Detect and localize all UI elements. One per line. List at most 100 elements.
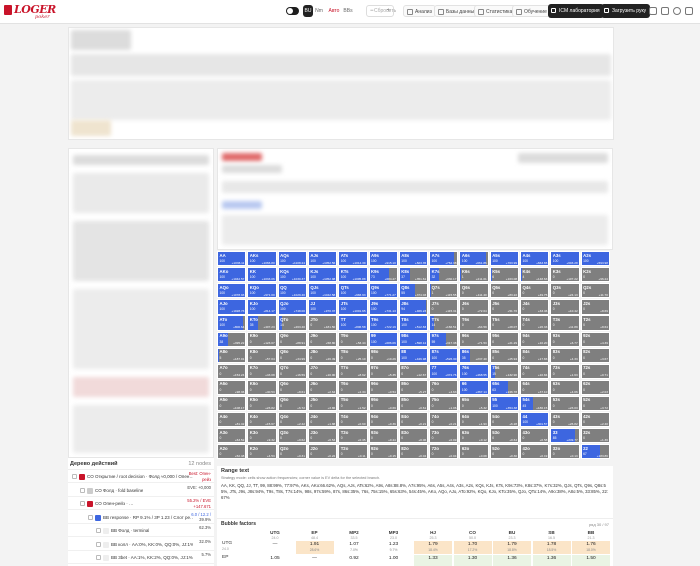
tree-node[interactable]: CO Опен-рейз · … 55.2% / EVE +147.671: [68, 498, 214, 510]
hand-cell[interactable]: T8s 100 +512.83: [398, 315, 429, 331]
hand-cell[interactable]: 52s 0 +3.72: [580, 395, 610, 412]
hand-cell[interactable]: KJs 100 +1052.98: [307, 267, 338, 283]
hand-cell[interactable]: 43o 0 +0.58: [520, 428, 550, 444]
hand-cell[interactable]: 62s 0 +2.03: [580, 379, 610, 396]
hand-cell[interactable]: Q4o 0 +2.42: [277, 412, 307, 428]
expand-icon[interactable]: [96, 528, 101, 533]
hand-cell[interactable]: J9s 100 +731.13: [368, 299, 398, 315]
hand-cell[interactable]: Q8s 55 +374.03: [398, 283, 429, 299]
hand-cell[interactable]: 54s 45 +186.15: [520, 395, 550, 412]
hand-cell[interactable]: 63o 0 +0.12: [459, 428, 489, 444]
hand-cell[interactable]: AA 100 +1036.11: [217, 251, 247, 267]
hand-cell[interactable]: 44 100 +301.57: [520, 412, 550, 428]
hand-cell[interactable]: T5s 0 +28.07: [489, 315, 520, 331]
hand-cell[interactable]: K5o 0 +23.82: [247, 395, 277, 412]
hand-cell[interactable]: A7s 100 +762.38: [429, 251, 459, 267]
hand-cell[interactable]: 97o 0 +5.35: [368, 363, 398, 379]
hand-cell[interactable]: Q4s 0 +49.75: [520, 283, 550, 299]
hand-cell[interactable]: Q6s 0 +111.40: [459, 283, 489, 299]
hand-cell[interactable]: QJs 100 +1042.58: [307, 283, 338, 299]
hand-cell[interactable]: T4o 0 +0.60: [338, 412, 368, 428]
hand-cell[interactable]: J2o 0 +0.22: [307, 444, 338, 460]
hand-cell[interactable]: 83o 0 +0.06: [398, 428, 429, 444]
hand-cell[interactable]: 86s 35 +237.40: [459, 347, 489, 363]
stepper-minus-icon[interactable]: −: [370, 6, 374, 16]
hand-cell[interactable]: 52o 0 +0.30: [489, 444, 520, 460]
hand-cell[interactable]: Q2s 0 +11.70: [580, 283, 610, 299]
hand-cell[interactable]: 63s 0 +4.06: [550, 379, 580, 396]
hand-cell[interactable]: K3s 0 +107.22: [550, 267, 580, 283]
hand-cell[interactable]: 65o 0 +5.32: [459, 395, 489, 412]
download-icon[interactable]: [661, 7, 669, 15]
hand-cell[interactable]: A9o 38 +395.22: [217, 331, 247, 347]
hand-cell[interactable]: J5s 0 +51.76: [489, 299, 520, 315]
hand-cell[interactable]: 98o 0 +19.26: [368, 347, 398, 363]
hand-cell[interactable]: K9s 73 +684.47: [368, 267, 398, 283]
hand-cell[interactable]: Q3s 0 +24.13: [550, 283, 580, 299]
hand-cell[interactable]: K3o 0 +9.32: [247, 428, 277, 444]
hand-cell[interactable]: 74s 0 +10.84: [520, 363, 550, 379]
hand-cell[interactable]: 66 100 +367.14: [459, 379, 489, 396]
app-logo[interactable]: LOGER poker: [4, 3, 56, 21]
expand-icon[interactable]: [96, 541, 101, 547]
hand-cell[interactable]: A2s 100 +593.98: [580, 251, 610, 267]
hand-cell[interactable]: 74o 0 +0.21: [429, 412, 459, 428]
hand-cell[interactable]: KTs 100 +1095.88: [338, 267, 368, 283]
hand-cell[interactable]: K5s 6 +163.08: [489, 267, 520, 283]
expand-icon[interactable]: [80, 501, 85, 506]
tree-node[interactable]: BB response · RP 9.1% / 3P 1.23 / Слот р…: [68, 512, 214, 524]
tree-node[interactable]: BB 3bet · AA:1%, KK:2%, QQ:0%, JJ:1%, TT…: [68, 552, 214, 564]
hand-cell[interactable]: KQo 100 +971.00: [247, 283, 277, 299]
hand-cell[interactable]: K4o 0 +15.67: [247, 412, 277, 428]
hand-cell[interactable]: 72o 0 +0.04: [429, 444, 459, 460]
hand-cell[interactable]: 96o 0 +0.54: [368, 379, 398, 396]
hand-cell[interactable]: 75s 15 +132.90: [489, 363, 520, 379]
hand-cell[interactable]: J4o 0 +1.88: [307, 412, 338, 428]
mode-button-auto[interactable]: Авто: [327, 5, 341, 17]
hand-cell[interactable]: ATs 100 +1014.39: [338, 251, 368, 267]
hand-cell[interactable]: K2s 0 +96.24: [580, 267, 610, 283]
range-text-body[interactable]: AA, KK, QQ, JJ, TT, 99, 88:99%, 77:97%, …: [221, 483, 609, 501]
hand-cell[interactable]: 42o 0 +0.19: [520, 444, 550, 460]
hand-cell[interactable]: Q3o 0 +0.62: [277, 428, 307, 444]
hand-cell[interactable]: Q8o 0 +34.99: [277, 347, 307, 363]
hand-cell[interactable]: 93s 0 +6.77: [550, 331, 580, 347]
hand-cell[interactable]: ATo 100 +800.64: [217, 315, 247, 331]
hand-cell[interactable]: 84o 0 +0.21: [398, 412, 429, 428]
hand-cell[interactable]: AKo 100 +1042.57: [217, 267, 247, 283]
tree-node[interactable]: BB Фолд · terminal 62.3%: [68, 525, 214, 537]
hand-cell[interactable]: Q9s 100 +771.27: [368, 283, 398, 299]
hand-cell[interactable]: AKs 100 +1066.80: [247, 251, 277, 267]
hand-cell[interactable]: 94o 0 +0.36: [368, 412, 398, 428]
hand-cell[interactable]: 64o 0 +1.93: [459, 412, 489, 428]
hand-cell[interactable]: K7s 32 +330.17: [429, 267, 459, 283]
expand-icon[interactable]: [72, 474, 77, 479]
hand-cell[interactable]: JTs 100 +1001.65: [338, 299, 368, 315]
tree-node[interactable]: CO Открытие / root decision · Фолд ≈0,00…: [68, 471, 214, 483]
hand-cell[interactable]: T6s 0 +64.59: [459, 315, 489, 331]
hand-cell[interactable]: J7s 0 +115.31: [429, 299, 459, 315]
hand-cell[interactable]: JJ 100 +970.37: [307, 299, 338, 315]
hand-cell[interactable]: K8s 37 +351.61: [398, 267, 429, 283]
hand-cell[interactable]: 32s 0 +1.36: [580, 428, 610, 444]
hand-cell[interactable]: T3s 0 +11.89: [550, 315, 580, 331]
folder-icon[interactable]: [649, 7, 657, 15]
hand-cell[interactable]: T4s 0 +26.33: [520, 315, 550, 331]
hand-cell[interactable]: 84s 0 +17.83: [520, 347, 550, 363]
hand-cell[interactable]: K2o 0 +4.53: [247, 444, 277, 460]
hand-cell[interactable]: 93o 0 +0.24: [368, 428, 398, 444]
hand-cell[interactable]: J6o 0 +2.64: [307, 379, 338, 396]
hand-cell[interactable]: K9o 0 +123.07: [247, 331, 277, 347]
hand-cell[interactable]: A4s 100 +663.65: [520, 251, 550, 267]
hand-cell[interactable]: 32o 0 +0.13: [550, 444, 580, 460]
hand-cell[interactable]: Q9o 0 +88.91: [277, 331, 307, 347]
hand-cell[interactable]: 82s 0 +3.67: [580, 347, 610, 363]
hand-cell[interactable]: A3s 100 +603.28: [550, 251, 580, 267]
hand-cell[interactable]: A9s 100 +915.10: [368, 251, 398, 267]
hand-cell[interactable]: 42s 0 +2.40: [580, 412, 610, 428]
theme-toggle[interactable]: [286, 7, 299, 15]
hand-cell[interactable]: QJo 100 +748.00: [277, 299, 307, 315]
hand-cell[interactable]: T9s 100 +722.19: [368, 315, 398, 331]
hand-cell[interactable]: A5o 0 +108.17: [217, 395, 247, 412]
hand-cell[interactable]: 97s 59 +317.38: [429, 331, 459, 347]
